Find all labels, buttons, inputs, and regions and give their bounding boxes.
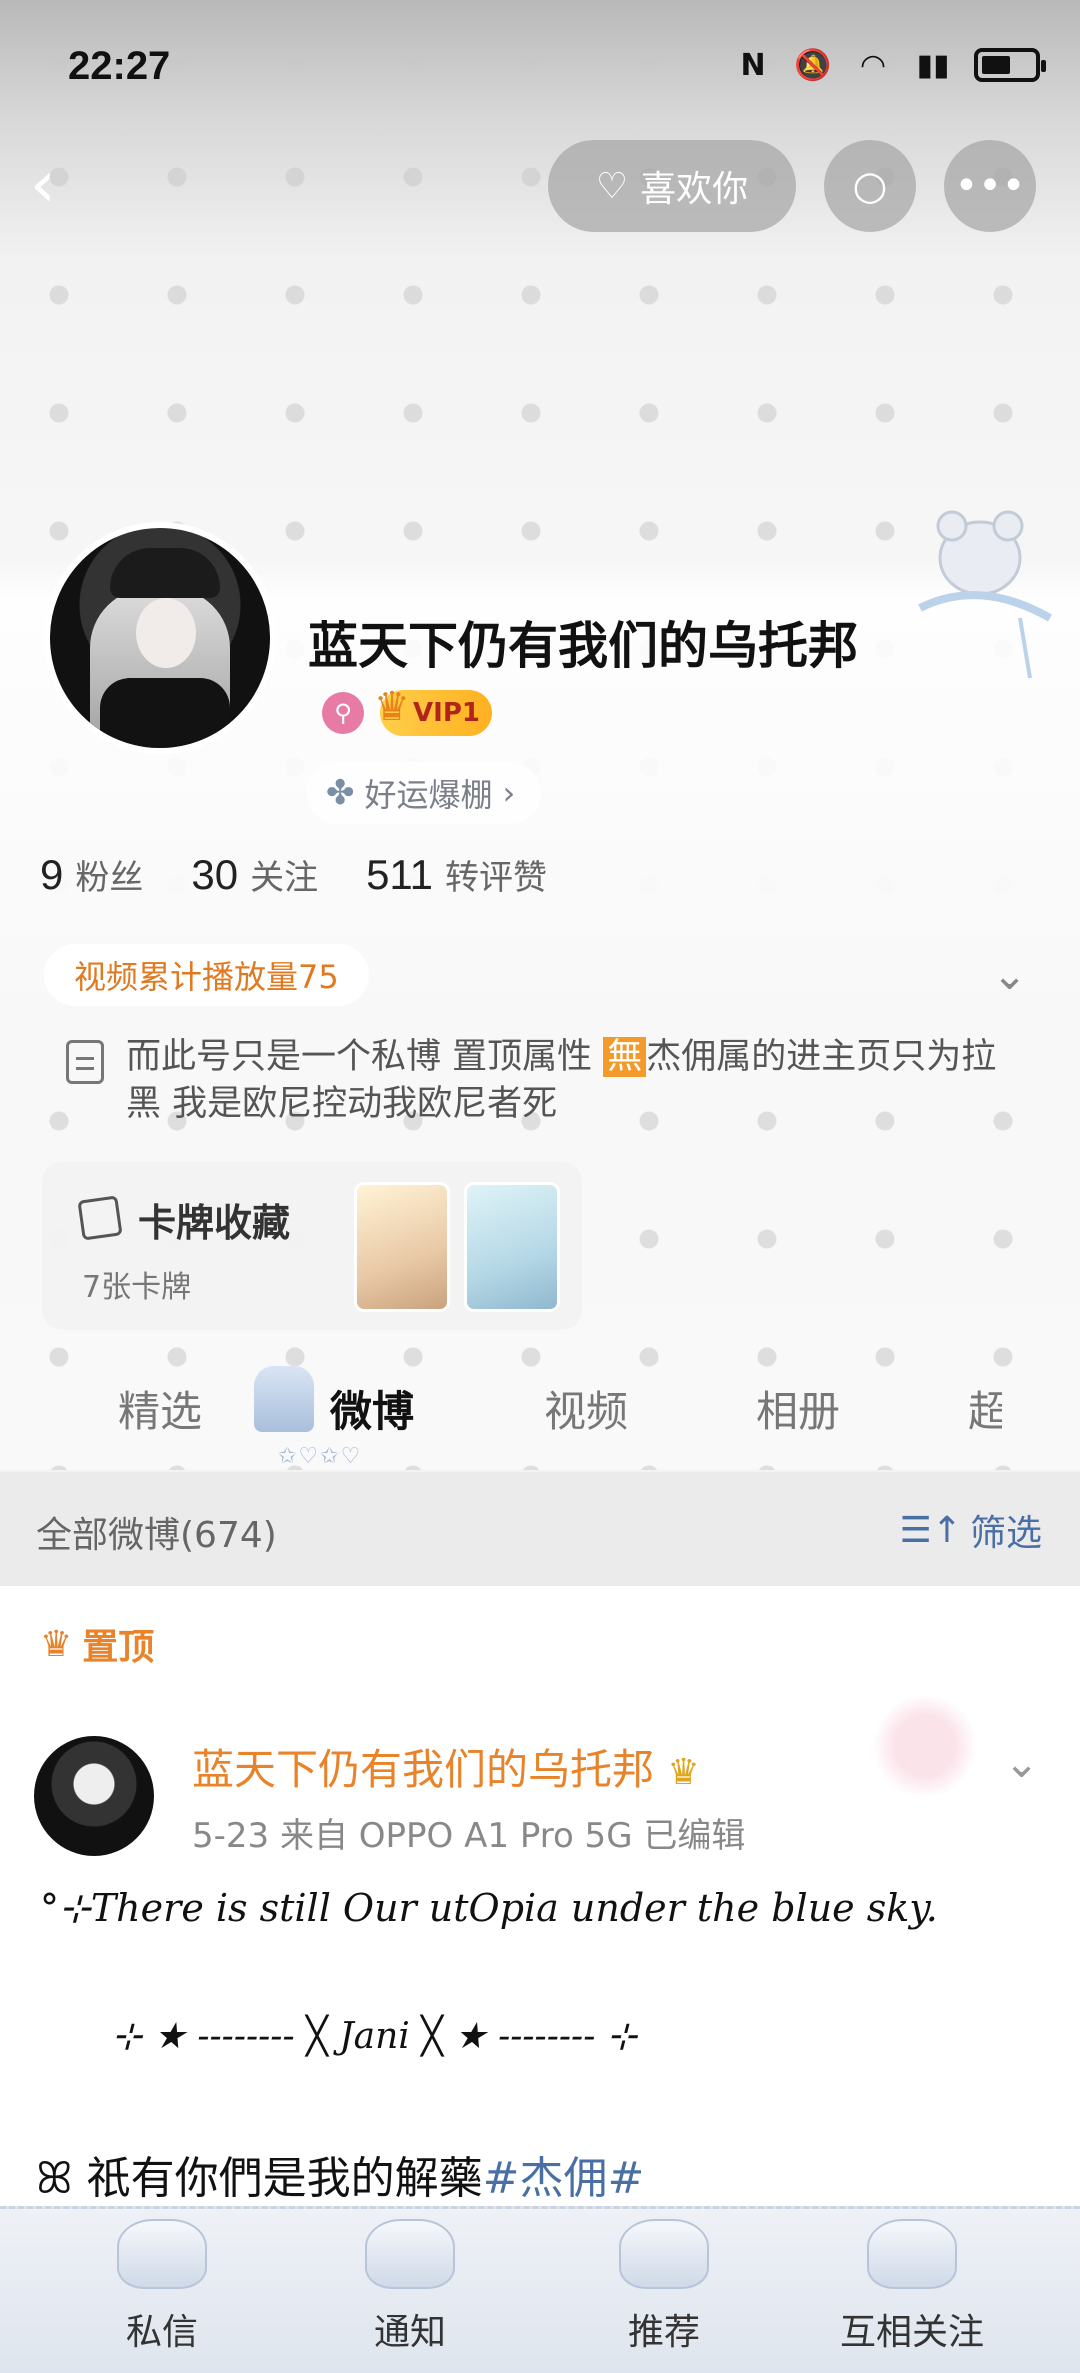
crown-icon: ♛ <box>667 1752 700 1793</box>
filter-bar: 全部微博(674) ☰↑ 筛选 <box>0 1472 1080 1586</box>
crown-icon: ♛ <box>40 1623 73 1665</box>
more-button[interactable]: ••• <box>944 140 1036 232</box>
post-author-avatar[interactable] <box>34 1736 154 1856</box>
profile-stats: 9 粉丝 30 关注 511 转评赞 <box>40 850 547 899</box>
cake-icon <box>867 2219 957 2289</box>
filter-icon: ☰↑ <box>899 1509 962 1551</box>
tab-weibo[interactable]: 微博 <box>330 1378 414 1439</box>
card-collection-count: 7张卡牌 <box>82 1270 192 1305</box>
status-bar: 22:27 N 🔕 ◠ ▮▮ <box>0 0 1080 130</box>
hashtag-link[interactable]: #杰佣# <box>483 2153 645 2204</box>
search-icon: ○ <box>852 163 888 209</box>
luck-label: 好运爆棚 <box>364 776 493 814</box>
expand-chevron-icon[interactable]: ⌄ <box>992 950 1027 999</box>
card-thumbnail[interactable] <box>354 1182 450 1312</box>
pinned-label: ♛ 置顶 <box>40 1623 155 1669</box>
post-text-line: °⊹There is still Our utOpia under the bl… <box>40 1886 938 1930</box>
card-collection[interactable]: 卡牌收藏 7张卡牌 <box>42 1162 582 1330</box>
more-icon: ••• <box>954 163 1026 209</box>
video-plays-badge[interactable]: 视频累计播放量75 <box>44 944 369 1006</box>
chevron-right-icon: › <box>502 774 516 812</box>
post-menu-chevron-icon[interactable]: ⌄ <box>1004 1738 1039 1787</box>
tab-video[interactable]: 视频 <box>544 1378 628 1439</box>
heart-hand-icon: ♡ <box>595 165 629 207</box>
tab-featured[interactable]: 精选 <box>118 1378 202 1439</box>
pinned-post[interactable]: ♛ 置顶 蓝天下仍有我们的乌托邦 ♛ 5-23 来自 OPPO A1 Pro 5… <box>0 1586 1080 2246</box>
tab-album[interactable]: 相册 <box>756 1378 840 1439</box>
nfc-icon: N <box>740 47 766 83</box>
cupcake-icon <box>619 2219 709 2289</box>
post-text-line: ꕤ 祇有你們是我的解藥#杰佣# <box>36 2153 645 2204</box>
post-text-line: ⊹ ★ -------- ╳ Jani ╳ ★ -------- ⊹ <box>112 2016 637 2057</box>
status-time: 22:27 <box>68 44 171 88</box>
status-icons: N 🔕 ◠ ▮▮ <box>734 46 1046 84</box>
stat-following[interactable]: 30 关注 <box>191 850 318 899</box>
bottom-nav: 私信 通知 推荐 互相关注 <box>0 2206 1080 2373</box>
profile-username: 蓝天下仍有我们的乌托邦 <box>308 617 858 675</box>
document-icon <box>66 1040 104 1084</box>
stat-engagement[interactable]: 511 转评赞 <box>366 850 547 899</box>
nav-notifications[interactable]: 通知 <box>310 2219 510 2355</box>
vip-badge[interactable]: ♛ VIP1 <box>374 684 492 736</box>
signal-5g-icon: ▮▮ <box>916 47 950 83</box>
battery-icon <box>974 48 1046 82</box>
message-icon <box>117 2219 207 2289</box>
nav-recommend[interactable]: 推荐 <box>564 2219 764 2355</box>
bunny-decoration <box>860 1696 990 1796</box>
profile-avatar[interactable] <box>44 522 276 754</box>
clover-icon: ✤ <box>326 773 355 813</box>
like-button[interactable]: ♡ 喜欢你 <box>548 140 796 232</box>
card-star-icon <box>77 1195 123 1241</box>
tab-super[interactable]: 超 <box>968 1378 1002 1439</box>
card-thumbnail[interactable] <box>464 1182 560 1312</box>
cupcake-decoration-icon <box>254 1366 314 1432</box>
like-label: 喜欢你 <box>640 169 749 210</box>
profile-bio: 而此号只是一个私博 置顶属性 無杰佣属的进主页只为拉黑 我是欧尼控动我欧尼者死 <box>126 1037 997 1124</box>
search-badge-icon[interactable]: ⚲ <box>322 692 364 734</box>
wifi-icon: ◠ <box>861 47 885 83</box>
luck-badge[interactable]: ✤ 好运爆棚 › <box>306 762 542 824</box>
mute-icon: 🔕 <box>794 47 832 83</box>
post-author[interactable]: 蓝天下仍有我们的乌托邦 ♛ <box>192 1736 700 1797</box>
tab-active-decoration: ✩♡✩♡ <box>278 1444 363 1469</box>
back-button[interactable]: ‹ <box>30 150 90 220</box>
post-count: 全部微博(674) <box>36 1515 277 1556</box>
profile-tabs: 精选 微博 ✩♡✩♡ 视频 相册 超 <box>0 1340 1080 1472</box>
post-meta: 5-23 来自 OPPO A1 Pro 5G 已编辑 <box>192 1816 746 1856</box>
crown-icon: ♛ <box>374 684 410 730</box>
nav-mutual-follow[interactable]: 互相关注 <box>812 2219 1012 2355</box>
filter-button[interactable]: ☰↑ 筛选 <box>900 1504 1042 1556</box>
bear-decoration <box>918 510 1052 679</box>
search-button[interactable]: ○ <box>824 140 916 232</box>
nav-messages[interactable]: 私信 <box>62 2219 262 2355</box>
card-collection-title: 卡牌收藏 <box>138 1201 291 1245</box>
stat-fans[interactable]: 9 粉丝 <box>40 850 143 899</box>
vip-label: VIP1 <box>413 698 480 728</box>
teapot-icon <box>365 2219 455 2289</box>
